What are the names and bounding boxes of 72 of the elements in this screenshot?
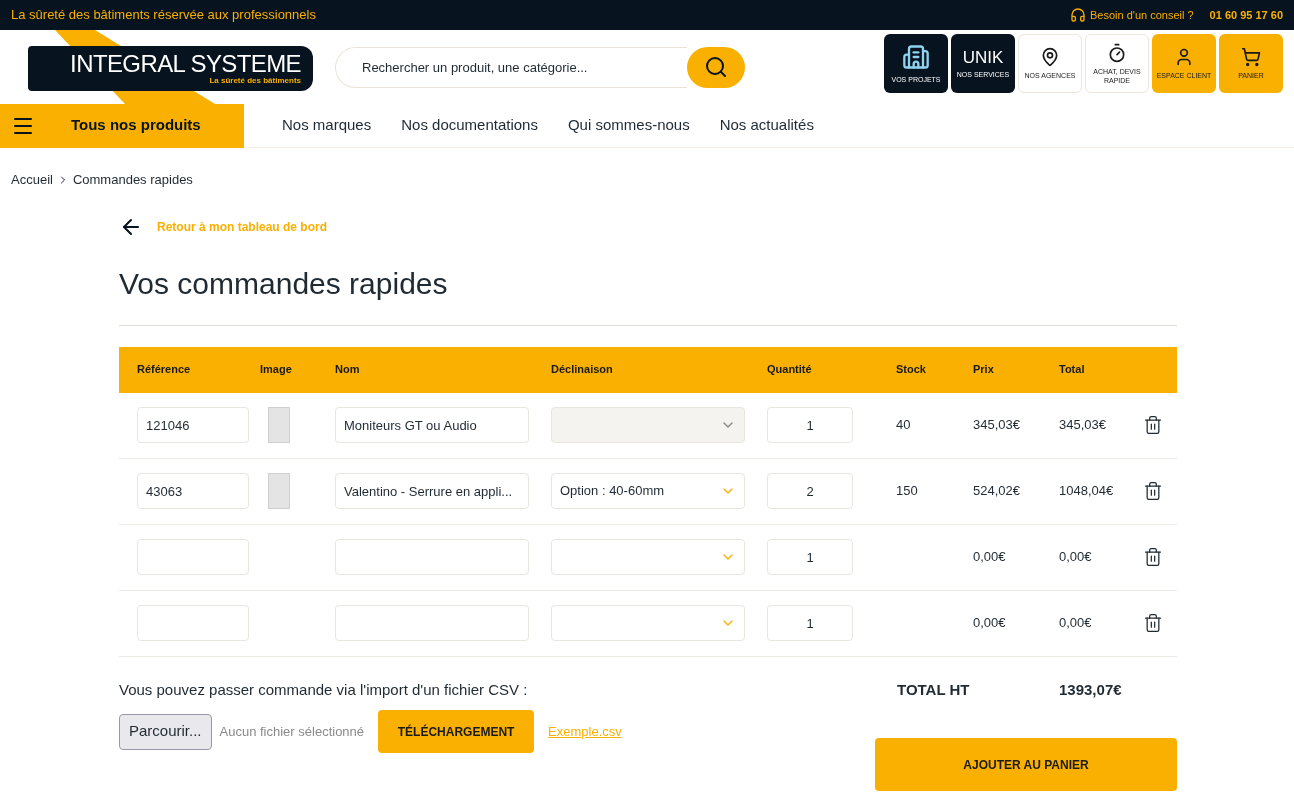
stock-value: 40 xyxy=(896,416,911,435)
column-header: Quantité xyxy=(767,362,813,378)
search-button[interactable] xyxy=(687,46,745,88)
price-value: 0,00€ xyxy=(973,614,1006,633)
stock-value: 150 xyxy=(896,482,918,501)
quantity-field[interactable]: 1 xyxy=(767,539,853,575)
all-products-button[interactable]: Tous nos produits xyxy=(0,103,244,148)
photo-placeholder xyxy=(268,473,290,509)
browse-button[interactable]: Parcourir... xyxy=(119,713,212,750)
price-value: 0,00€ xyxy=(973,548,1006,567)
brand-logo: UNIK xyxy=(962,48,1004,66)
tagline: La sûreté des bâtiments réservée aux professionnels xyxy=(11,6,316,25)
column-header: Référence xyxy=(137,362,192,378)
nav-link[interactable]: Nos actualités xyxy=(719,114,814,137)
product-name-field[interactable]: Moniteurs GT ou Audio xyxy=(335,407,529,443)
breadcrumb-link[interactable]: Accueil xyxy=(11,170,53,190)
delete-button[interactable] xyxy=(1143,415,1163,435)
help-text: Besoin d'un conseil ? xyxy=(1089,7,1194,23)
column-header: Déclinaison xyxy=(551,362,614,378)
logo: INTEGRAL SYSTEME La sûreté des bâtiments xyxy=(28,46,313,91)
csv-instructions: Vous pouvez passer commande via l'import d'un fichier CSV : xyxy=(119,679,529,700)
total-amount: 1393,07€ xyxy=(1059,679,1122,700)
column-header: Image xyxy=(260,362,293,378)
total-value: 345,03€ xyxy=(1059,416,1106,435)
file-status: Aucun fichier sélectionné xyxy=(219,722,365,741)
map-pin-icon xyxy=(1040,47,1060,67)
quantity-field[interactable]: 1 xyxy=(767,407,853,443)
variant-select[interactable]: Option : 40-60mm xyxy=(551,473,745,509)
add-to-cart-button[interactable]: AJOUTER AU PANIER xyxy=(875,738,1177,791)
quantity-field[interactable]: 2 xyxy=(767,473,853,509)
variant-select[interactable] xyxy=(551,539,745,575)
column-header: Prix xyxy=(973,362,995,378)
stopwatch-icon xyxy=(1107,42,1127,63)
trash-icon xyxy=(1143,613,1163,633)
reference-field[interactable] xyxy=(137,605,249,641)
trash-icon xyxy=(1143,547,1163,567)
quantity-field[interactable]: 1 xyxy=(767,605,853,641)
price-value: 524,02€ xyxy=(973,482,1020,501)
total-value: 0,00€ xyxy=(1059,548,1092,567)
headset-icon xyxy=(1069,7,1086,23)
search-field[interactable]: Rechercher un produit, une catégorie... xyxy=(335,46,687,88)
nav-link[interactable]: Qui sommes-nous xyxy=(567,114,690,137)
column-header: Nom xyxy=(335,362,361,378)
delete-button[interactable] xyxy=(1143,613,1163,633)
cart-icon xyxy=(1241,47,1261,67)
phone-link[interactable]: 01 60 95 17 60 xyxy=(1209,6,1283,24)
page-title: Vos commandes rapides xyxy=(119,265,449,302)
variant-select[interactable] xyxy=(551,605,745,641)
reference-field[interactable] xyxy=(137,539,249,575)
nav-link[interactable]: Nos documentations xyxy=(401,114,538,137)
total-value: 1048,04€ xyxy=(1059,482,1114,501)
breadcrumb-link[interactable]: Commandes rapides xyxy=(72,170,193,190)
buildings-icon xyxy=(902,43,930,71)
column-header: Total xyxy=(1059,362,1086,378)
product-name-field[interactable] xyxy=(335,605,529,641)
product-name-field[interactable] xyxy=(335,539,529,575)
trash-icon xyxy=(1143,415,1163,435)
user-icon xyxy=(1174,47,1194,67)
reference-field[interactable]: 121046 xyxy=(137,407,249,443)
nav-link[interactable]: Nos marques xyxy=(282,114,372,137)
upload-button[interactable]: TÉLÉCHARGEMENT xyxy=(378,710,535,753)
price-value: 345,03€ xyxy=(973,416,1020,435)
delete-button[interactable] xyxy=(1143,481,1163,501)
search-icon xyxy=(704,55,728,79)
product-name-field[interactable]: Valentino - Serrure en appli... xyxy=(335,473,529,509)
delete-button[interactable] xyxy=(1143,547,1163,567)
total-label: TOTAL HT xyxy=(897,679,971,700)
photo-placeholder xyxy=(268,407,290,443)
trash-icon xyxy=(1143,481,1163,501)
reference-field[interactable]: 43063 xyxy=(137,473,249,509)
total-value: 0,00€ xyxy=(1059,614,1092,633)
column-header: Stock xyxy=(896,362,927,378)
